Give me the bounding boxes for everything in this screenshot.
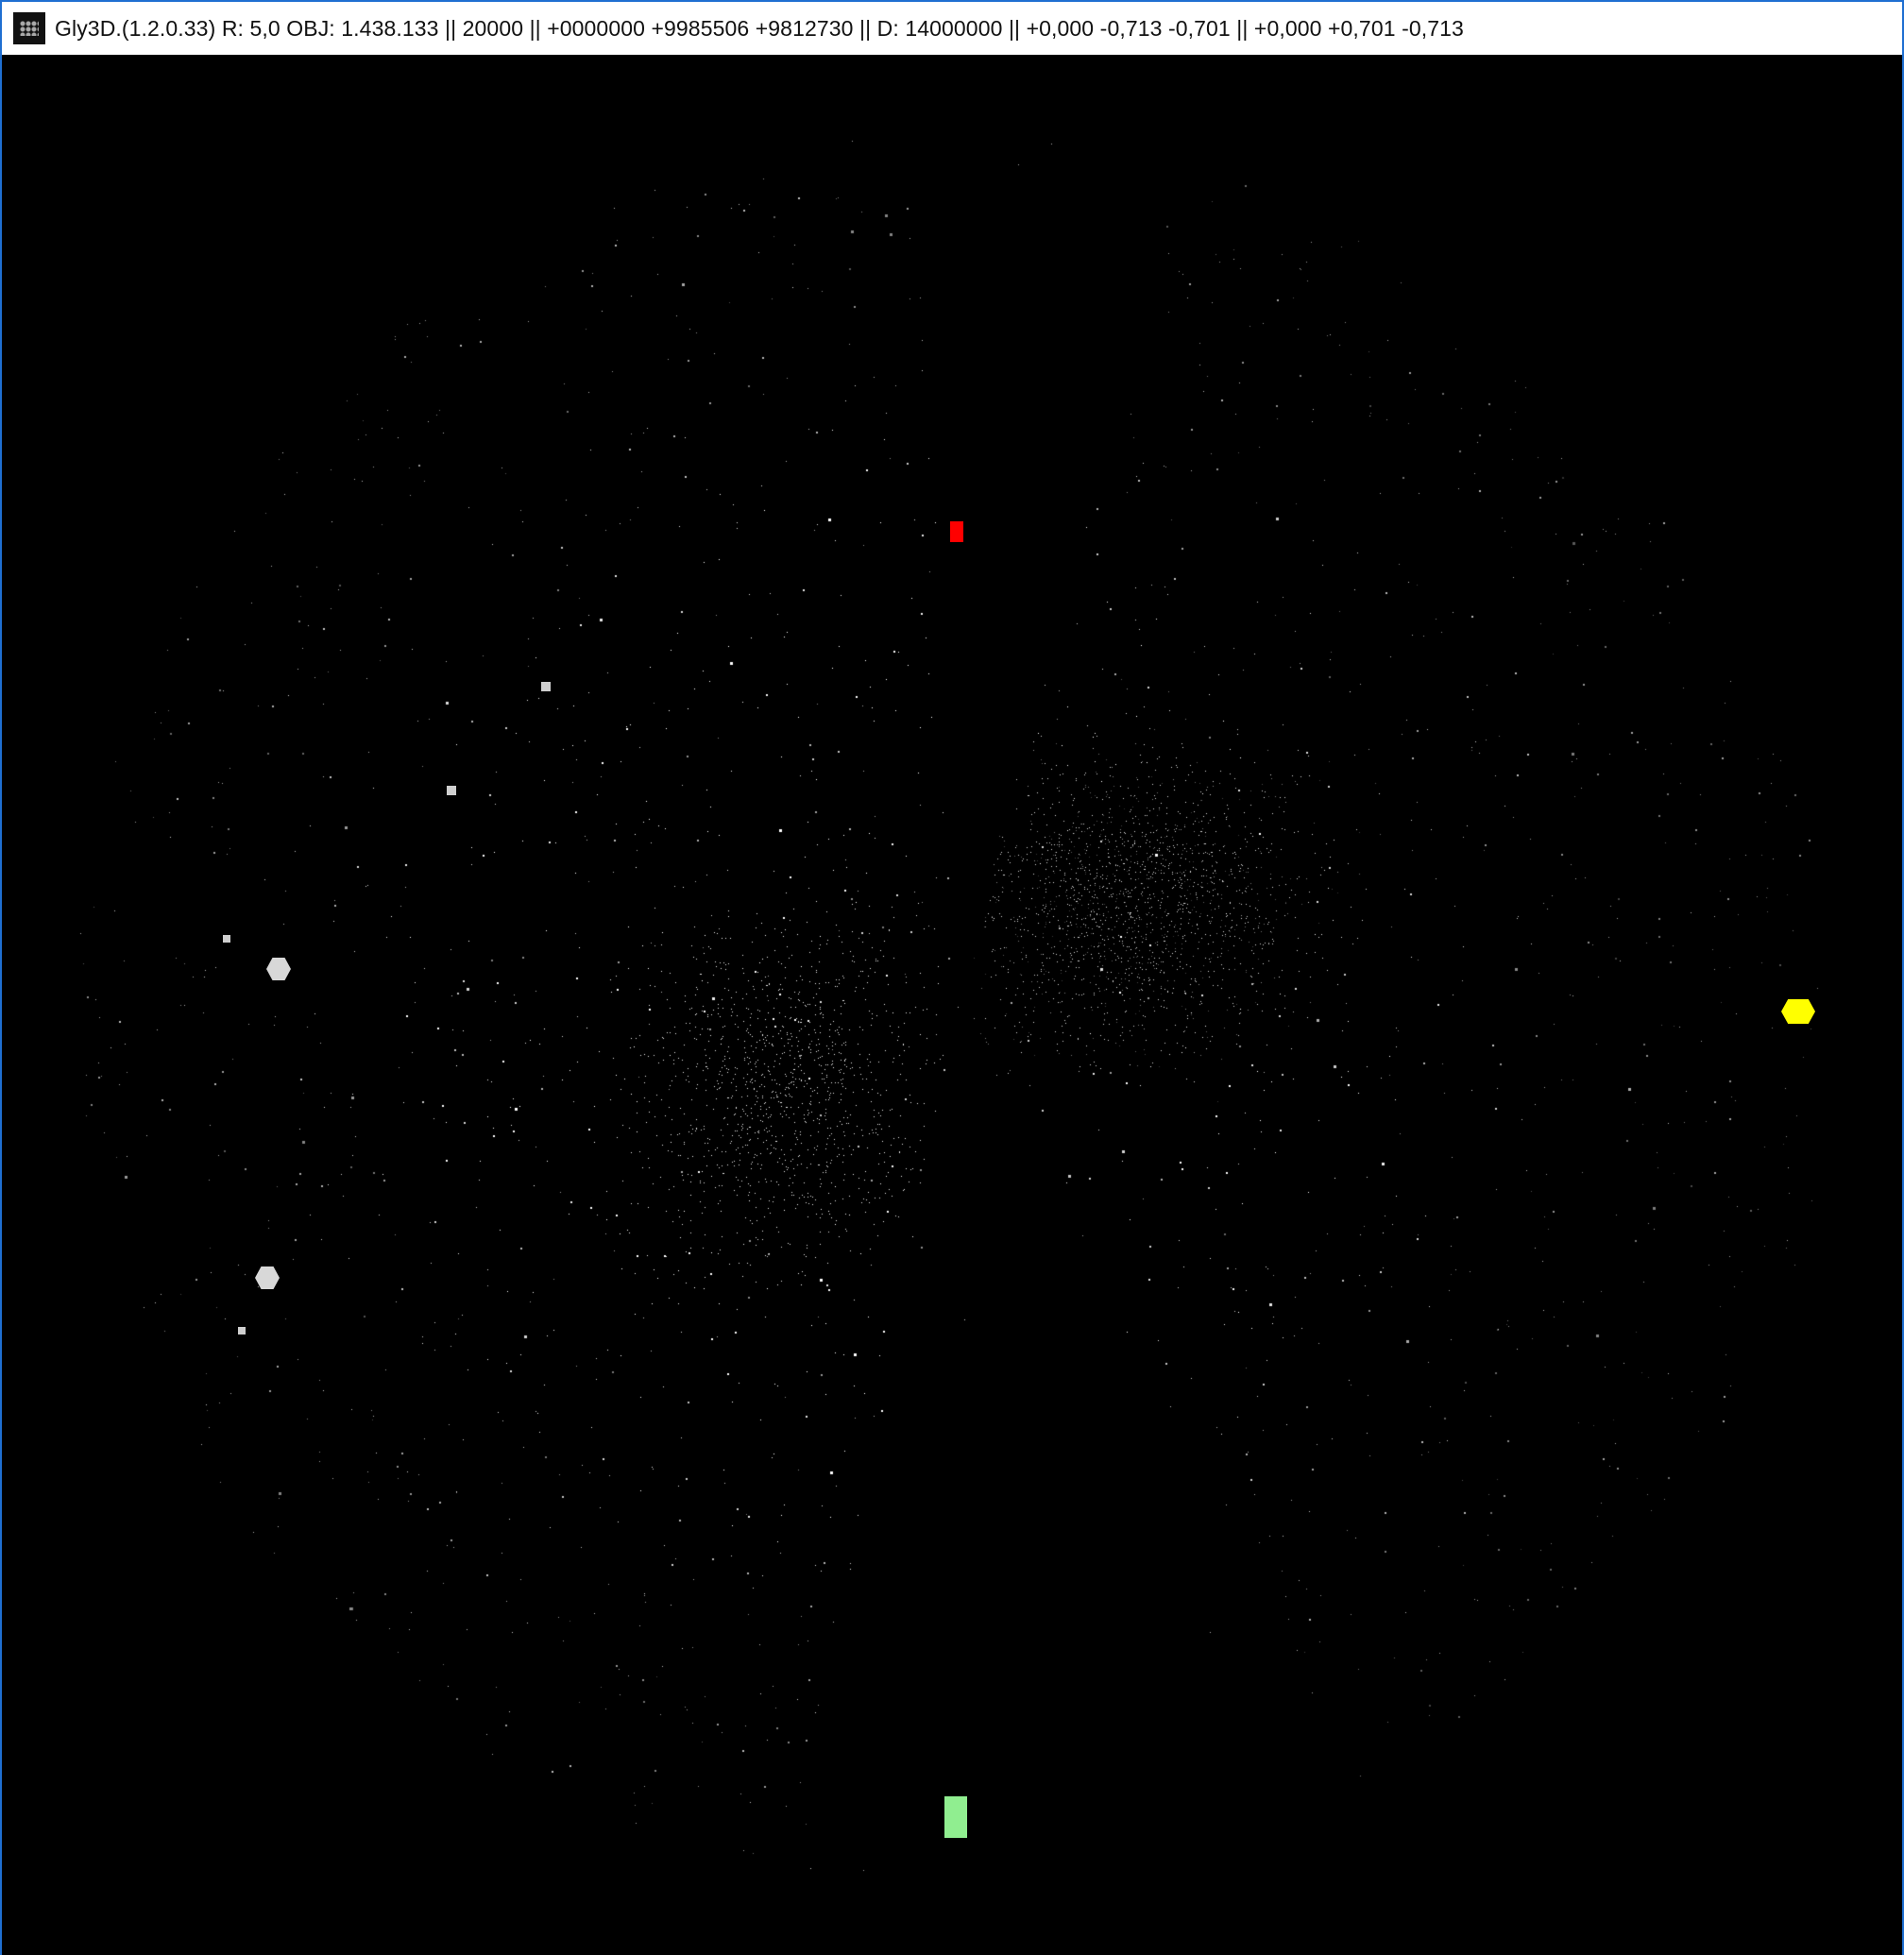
window-title: Gly3D.(1.2.0.33) R: 5,0 OBJ: 1.438.133 |… [55,15,1464,41]
point-cloud-canvas[interactable] [2,55,1902,1955]
object-dot [447,786,456,795]
title-bar[interactable]: Gly3D.(1.2.0.33) R: 5,0 OBJ: 1.438.133 |… [2,2,1902,55]
yellow-axis-marker [1781,999,1815,1024]
app-window: Gly3D.(1.2.0.33) R: 5,0 OBJ: 1.438.133 |… [0,0,1904,1955]
object-dot [238,1327,246,1334]
red-axis-marker [950,521,963,542]
green-axis-marker [944,1796,967,1838]
3d-viewport[interactable] [2,55,1902,1955]
object-dot [541,682,551,691]
galaxy-app-icon[interactable] [13,12,45,44]
object-dot [223,935,230,943]
